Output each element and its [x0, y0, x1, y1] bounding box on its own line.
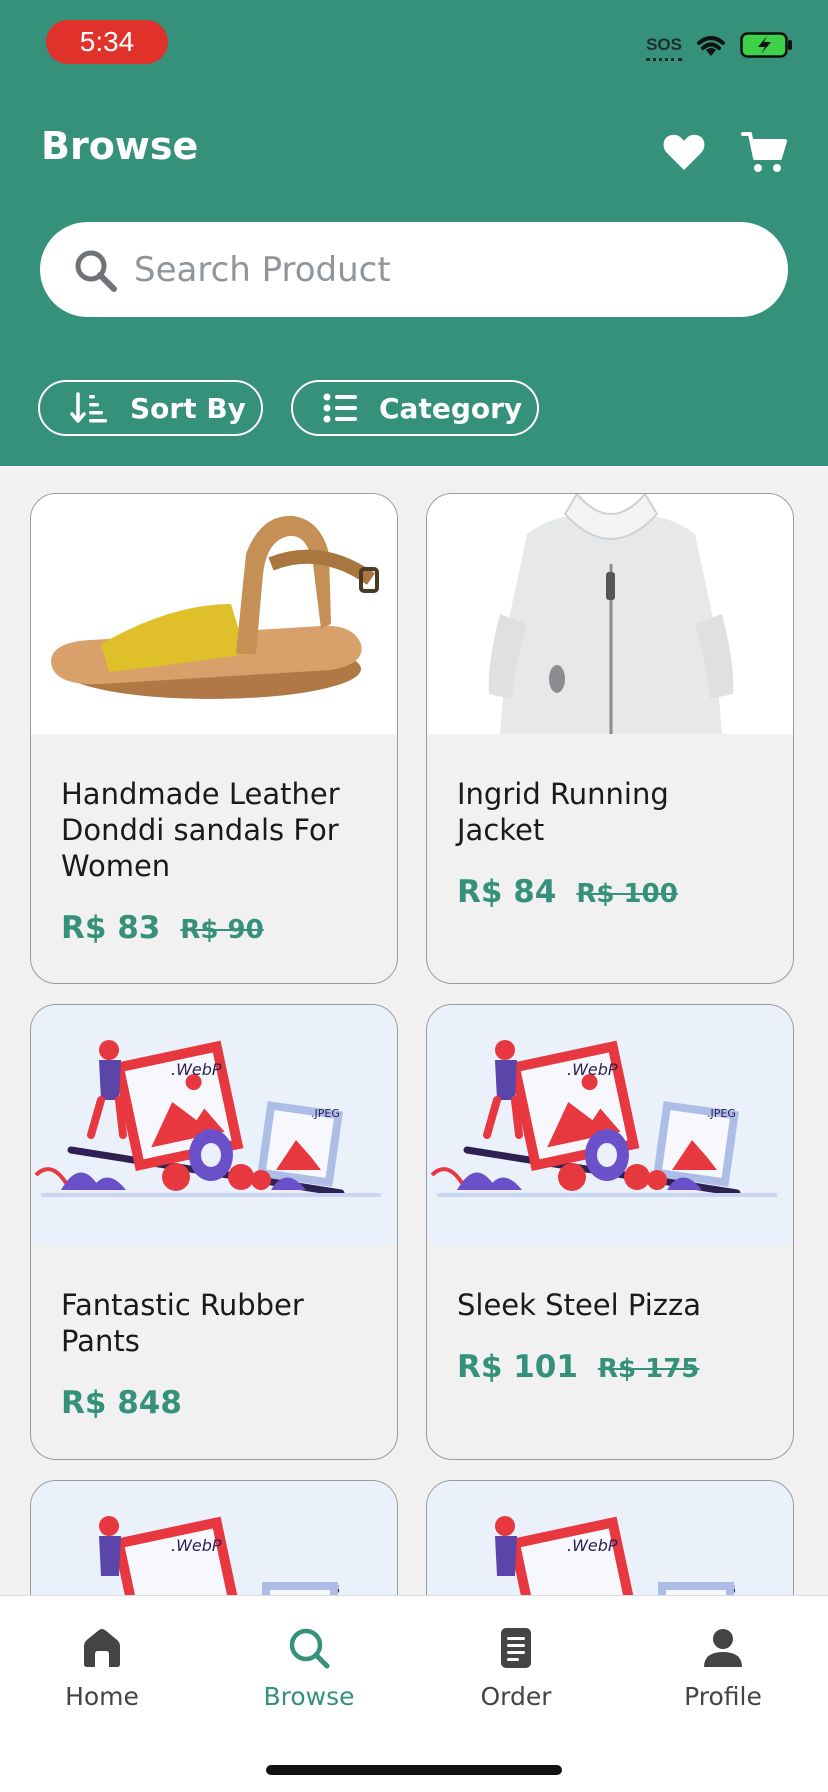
category-label: Category — [379, 391, 523, 425]
product-name: Fantastic Rubber Pants — [61, 1288, 304, 1358]
webp-label: .WebP — [567, 1060, 618, 1079]
nav-order[interactable]: Order — [441, 1626, 591, 1711]
nav-browse-label: Browse — [263, 1682, 355, 1711]
jpeg-label: .JPEG — [311, 1107, 340, 1120]
product-image-sandal — [31, 494, 397, 734]
webp-label: .WebP — [171, 1060, 222, 1079]
status-time: 5:34 — [46, 20, 168, 64]
product-price: R$ 101 — [457, 1349, 578, 1385]
sort-icon — [70, 392, 107, 423]
category-button[interactable]: Category — [291, 380, 539, 436]
product-card[interactable]: .WebP .JPEG Fantastic Rubber Pants R$ 84… — [30, 1004, 398, 1460]
battery-icon — [740, 32, 792, 58]
product-card[interactable]: Ingrid Running Jacket R$ 84 R$ 100 — [426, 493, 794, 984]
product-card[interactable]: .WebP .JPEG Sleek Steel Pizza R$ 101 R$ … — [426, 1004, 794, 1460]
nav-home-label: Home — [65, 1682, 139, 1711]
product-card[interactable]: Handmade Leather Donddi sandals For Wome… — [30, 493, 398, 984]
search-bar[interactable] — [40, 222, 788, 317]
nav-order-label: Order — [480, 1682, 552, 1711]
sos-indicator: SOS — [646, 35, 682, 61]
user-icon — [704, 1629, 742, 1667]
bottom-navigation: Home Browse Order Profile — [0, 1595, 828, 1792]
product-image-jacket — [427, 494, 793, 734]
search-icon — [289, 1628, 330, 1669]
nav-home[interactable]: Home — [27, 1626, 177, 1711]
sort-by-button[interactable]: Sort By — [38, 380, 263, 436]
product-name: Ingrid Running Jacket — [457, 777, 669, 847]
document-icon — [501, 1628, 531, 1668]
wifi-icon — [697, 36, 725, 56]
home-indicator[interactable] — [266, 1765, 562, 1775]
webp-label: .WebP — [171, 1536, 222, 1555]
product-price: R$ 848 — [61, 1385, 182, 1421]
product-name: Handmade Leather Donddi sandals For Wome… — [61, 777, 340, 883]
header-bar: 5:34 SOS Browse Search Product Sort By C… — [0, 0, 828, 466]
product-old-price: R$ 100 — [576, 879, 678, 909]
webp-label: .WebP — [567, 1536, 618, 1555]
nav-profile[interactable]: Profile — [648, 1626, 798, 1711]
jpeg-label: .JPEG — [707, 1107, 736, 1120]
status-icons: SOS — [646, 32, 794, 61]
sort-by-label: Sort By — [130, 391, 246, 425]
cart-icon[interactable] — [740, 128, 788, 176]
search-input[interactable] — [134, 249, 734, 290]
product-old-price: R$ 90 — [180, 915, 264, 945]
page-title: Browse — [41, 124, 199, 168]
placeholder-illustration: .WebP .JPEG — [427, 1005, 793, 1245]
product-old-price: R$ 175 — [597, 1354, 700, 1384]
favorites-heart-icon[interactable] — [660, 128, 708, 176]
home-icon — [84, 1629, 120, 1667]
list-icon — [323, 393, 357, 423]
product-price: R$ 84 — [457, 874, 557, 910]
placeholder-illustration: .WebP .JPEG — [31, 1005, 397, 1245]
product-price: R$ 83 — [61, 910, 161, 946]
product-name: Sleek Steel Pizza — [457, 1288, 702, 1322]
nav-profile-label: Profile — [684, 1682, 762, 1711]
search-icon — [75, 250, 117, 292]
nav-browse[interactable]: Browse — [234, 1626, 384, 1711]
